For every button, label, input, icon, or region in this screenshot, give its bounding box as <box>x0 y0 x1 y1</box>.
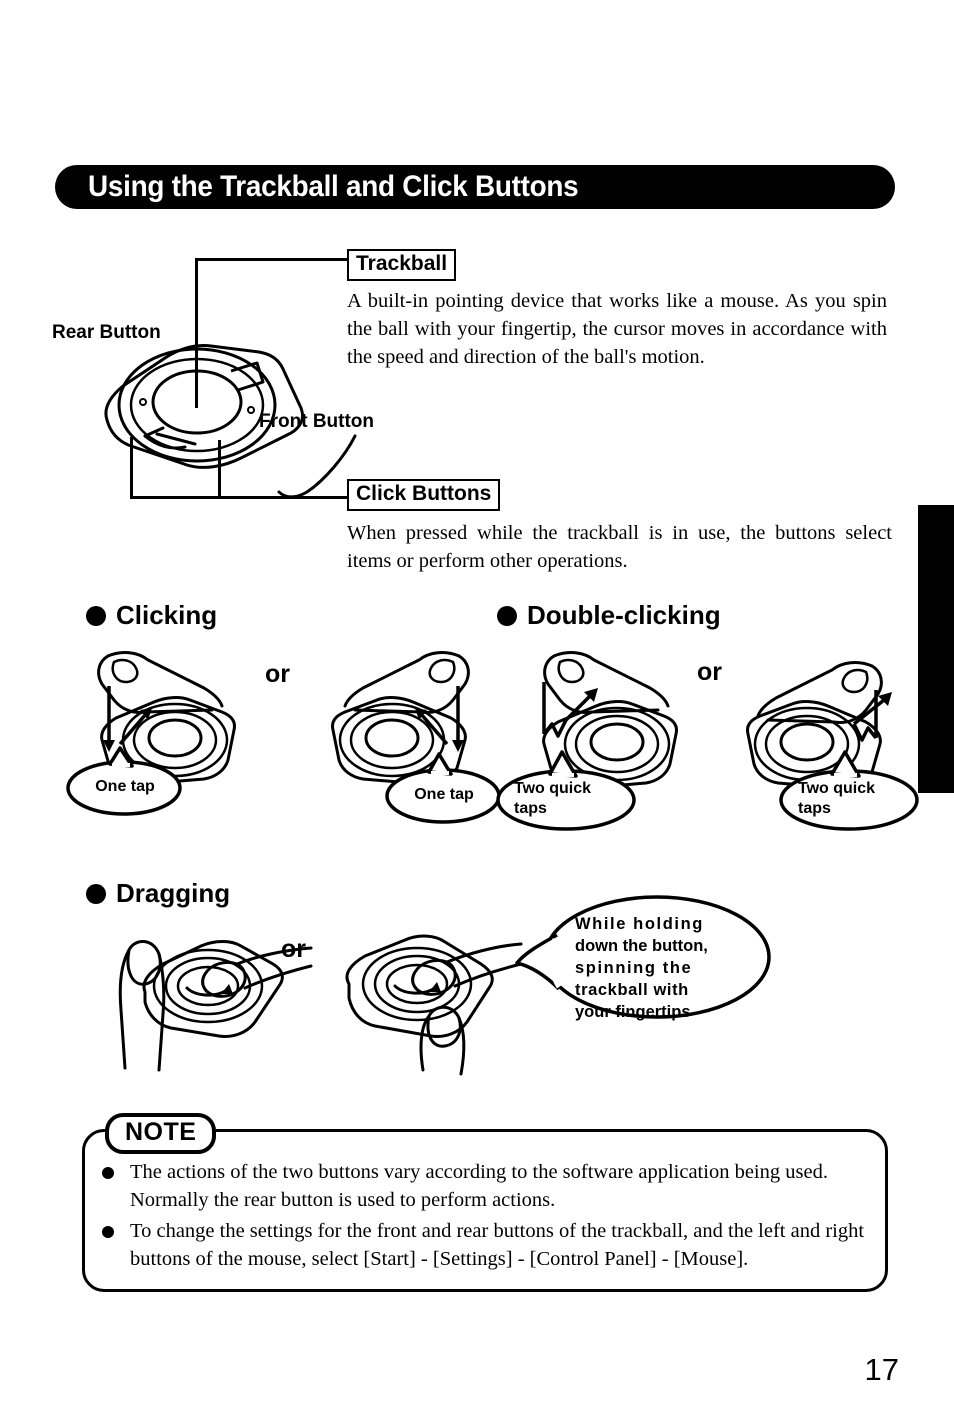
click-buttons-description: When pressed while the trackball is in u… <box>347 522 892 572</box>
trackball-term-box: Trackball <box>347 249 457 281</box>
trackball-description: A built-in pointing device that works li… <box>347 290 887 368</box>
bullet-dot-icon <box>102 1167 114 1179</box>
callout-two-quick-taps-right: Two quick taps <box>798 779 908 819</box>
manual-page: Using the Trackball and Click Buttons Re… <box>0 0 954 1403</box>
callout-line-1: Two quick <box>514 780 592 797</box>
bullet-dot-icon <box>497 605 517 626</box>
bullet-dot-icon <box>102 1226 114 1238</box>
page-title: Using the Trackball and Click Buttons <box>88 170 579 203</box>
section-heading-clicking-label: Clicking <box>116 600 218 630</box>
callout-line-2: taps <box>514 800 547 817</box>
note-item: To change the settings for the front and… <box>100 1217 878 1273</box>
callout-two-quick-taps-left: Two quick taps <box>514 779 624 819</box>
callout-dragging-text: While holding down the button, spinning … <box>575 913 750 1023</box>
rear-button-label: Rear Button <box>52 322 161 343</box>
note-item: The actions of the two buttons vary acco… <box>100 1158 878 1214</box>
page-number: 17 <box>864 1352 899 1387</box>
callout-line-3: spinning the <box>575 959 693 977</box>
illustration-clicking-rear: One tap <box>62 648 277 818</box>
front-button-label: Front Button <box>259 411 375 432</box>
illustration-double-clicking-rear: Two quick taps <box>492 648 707 833</box>
bullet-dot-icon <box>86 883 106 904</box>
illustration-double-clicking-front: Two quick taps <box>712 648 927 833</box>
callout-line-1: While holding <box>575 915 704 933</box>
callout-line-2: down the button, <box>575 937 708 955</box>
note-item-text: The actions of the two buttons vary acco… <box>130 1161 828 1211</box>
section-heading-double-clicking-label: Double-clicking <box>527 600 721 630</box>
bullet-dot-icon <box>86 605 106 626</box>
callout-one-tap-left: One tap <box>95 778 155 795</box>
section-heading-clicking: Clicking <box>86 600 217 631</box>
callout-line-1: Two quick <box>798 780 876 797</box>
section-heading-dragging-label: Dragging <box>116 878 231 908</box>
illustration-dragging-front <box>325 930 525 1080</box>
note-items: The actions of the two buttons vary acco… <box>100 1158 878 1276</box>
note-label: NOTE <box>105 1113 217 1154</box>
callout-line-2: taps <box>798 800 831 817</box>
callout-one-tap-right: One tap <box>414 786 474 803</box>
callout-line-5: your fingertips <box>575 1003 691 1021</box>
section-banner: Using the Trackball and Click Buttons <box>55 165 895 209</box>
leader-line-front-button <box>277 434 357 499</box>
note-item-text: To change the settings for the front and… <box>130 1220 865 1270</box>
callout-dragging-instructions: While holding down the button, spinning … <box>515 893 775 1028</box>
illustration-dragging-rear <box>115 930 315 1080</box>
section-heading-dragging: Dragging <box>86 878 230 909</box>
illustration-clicking-front: One tap <box>290 648 505 824</box>
click-buttons-term-box: Click Buttons <box>347 479 501 511</box>
callout-line-4: trackball with <box>575 981 689 999</box>
section-heading-double-clicking: Double-clicking <box>497 600 721 631</box>
